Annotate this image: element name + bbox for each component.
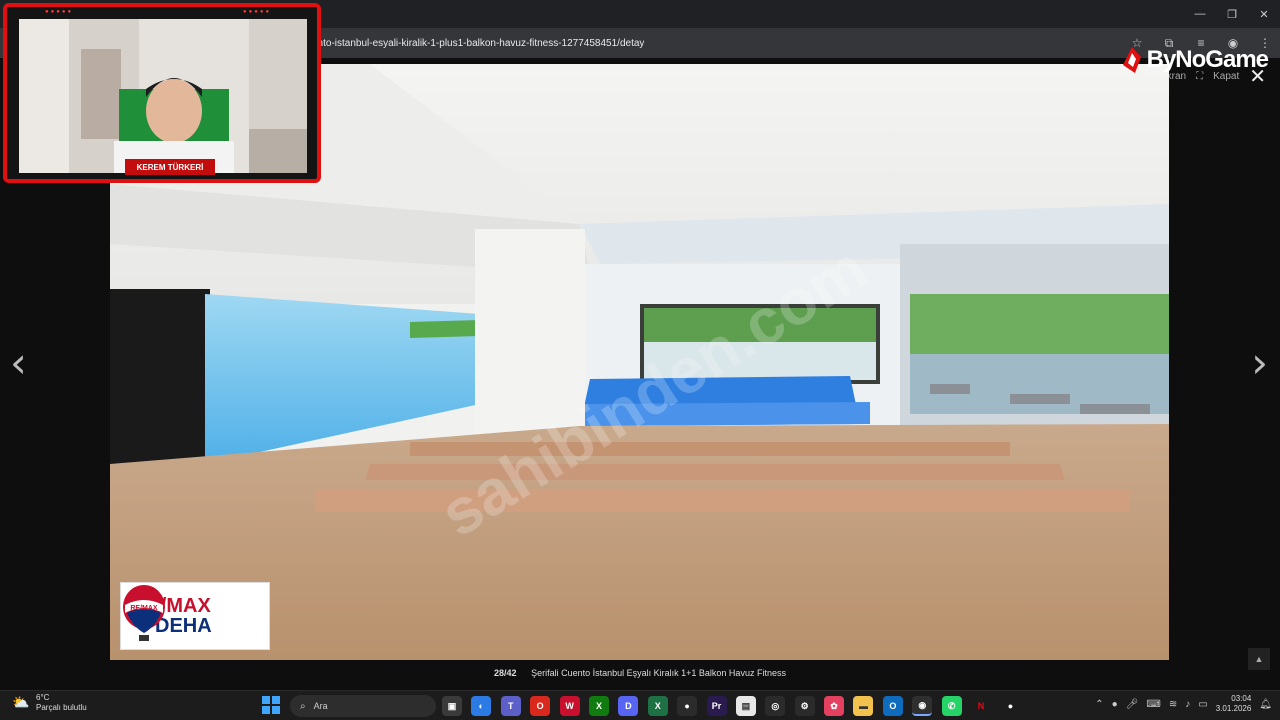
prev-photo-arrow-icon[interactable]: ‹ [10,338,27,387]
discord-icon[interactable]: D [618,696,639,716]
window-controls: — ❐ ✕ [1184,0,1280,28]
windows-start-icon[interactable] [262,696,280,714]
wifi-icon[interactable]: ≋ [1169,699,1177,710]
photos-icon[interactable]: ✿ [824,696,845,716]
restore-icon[interactable]: ❐ [1216,0,1248,28]
streamer-name: KEREM TÜRKERİ [125,159,215,175]
weather-partly-cloudy-icon: ⛅ [12,694,30,710]
url-text: ento-istanbul-esyali-kiralik-1-plus1-bal… [312,37,645,49]
weather-text: 6°C Parçalı bulutlu [36,693,87,713]
obs-icon[interactable]: ◎ [765,696,786,716]
opera-gx-icon[interactable]: O [530,696,551,716]
file-explorer-icon[interactable]: ▬ [853,696,874,716]
notepad-icon[interactable]: ▤ [735,696,756,716]
tray-app-icon[interactable]: ● [1112,699,1118,710]
svg-text:RE/MAX: RE/MAX [130,605,158,612]
clock[interactable]: 03:04 3.01.2026 [1216,694,1252,715]
next-photo-arrow-icon[interactable]: › [1251,338,1268,387]
listing-title: Şerifali Cuento İstanbul Eşyalı Kiralık … [531,668,786,678]
app-dark-icon[interactable]: ● [1000,696,1021,716]
minimize-icon[interactable]: — [1184,0,1216,28]
photo-caption: 28/42 Şerifali Cuento İstanbul Eşyalı Ki… [0,668,1280,678]
decor-dots: ●●●●● [243,9,272,15]
tray-chevron-up-icon[interactable]: ⌃ [1095,699,1103,710]
webcam-scene [19,19,307,173]
bynogame-logo: ByNoGame [1121,46,1269,74]
keyboard-icon[interactable]: ⌨ [1146,699,1160,710]
decor-dots: ●●●●● [45,9,74,15]
scroll-top-icon[interactable]: ▲ [1248,648,1270,670]
webcam-feed [19,19,307,173]
outlook-icon[interactable]: O [882,696,903,716]
bynogame-flame-icon [1122,47,1141,73]
taskbar-search[interactable]: ⌕ Ara [290,695,436,717]
excel-icon[interactable]: X [647,696,668,716]
volume-icon[interactable]: ♪ [1185,699,1190,710]
system-tray: ⌃ ● 🎤︎ ⌨ ≋ ♪ ▭ 03:04 3.01.2026 🔔︎ [1095,694,1272,715]
whatsapp-icon[interactable]: ✆ [941,696,962,716]
chrome-icon[interactable]: ◉ [912,696,933,716]
netflix-icon[interactable]: N [971,696,992,716]
premiere-icon[interactable]: Pr [706,696,727,716]
xbox-icon[interactable]: X [588,696,609,716]
remax-logo: RE/MAX RE/MAX DEHA [120,582,270,650]
search-placeholder: Ara [313,701,328,711]
task-view-icon[interactable]: ▣ [442,696,462,716]
app-red-icon[interactable]: W [559,696,580,716]
battery-icon[interactable]: ▭ [1198,699,1207,710]
weather-temp: 6°C [36,693,50,702]
teams-icon[interactable]: T [500,696,521,716]
taskbar-apps: ▣ ◐ T O W X D X ● Pr ▤ ◎ ⚙ ✿ ▬ O ◉ ✆ N ● [442,696,1021,716]
remax-balloon-icon: RE/MAX [123,585,165,641]
webcam-overlay: ●●●●● ●●●●● KEREM TÜRKERİ [3,3,321,183]
microphone-icon[interactable]: 🎤︎ [1126,699,1139,710]
url-field[interactable]: ento-istanbul-esyali-kiralik-1-plus1-bal… [312,32,1122,54]
copilot-icon[interactable]: ◐ [471,696,492,716]
app-circle-icon[interactable]: ● [677,696,698,716]
bynogame-text: ByNoGame [1146,46,1269,73]
clock-time: 03:04 [1231,694,1252,703]
windows-taskbar: ⛅ 6°C Parçalı bulutlu ⌕ Ara ▣ ◐ T O W X … [0,690,1280,720]
photo-counter: 28/42 [494,668,517,678]
clock-date: 3.01.2026 [1215,704,1252,714]
notification-bell-icon[interactable]: 🔔︎ [1259,699,1272,710]
steam-icon[interactable]: ⚙ [794,696,815,716]
search-icon: ⌕ [300,700,306,712]
weather-widget[interactable]: ⛅ 6°C Parçalı bulutlu [12,693,87,713]
weather-desc: Parçalı bulutlu [36,703,87,712]
close-window-icon[interactable]: ✕ [1248,0,1280,28]
